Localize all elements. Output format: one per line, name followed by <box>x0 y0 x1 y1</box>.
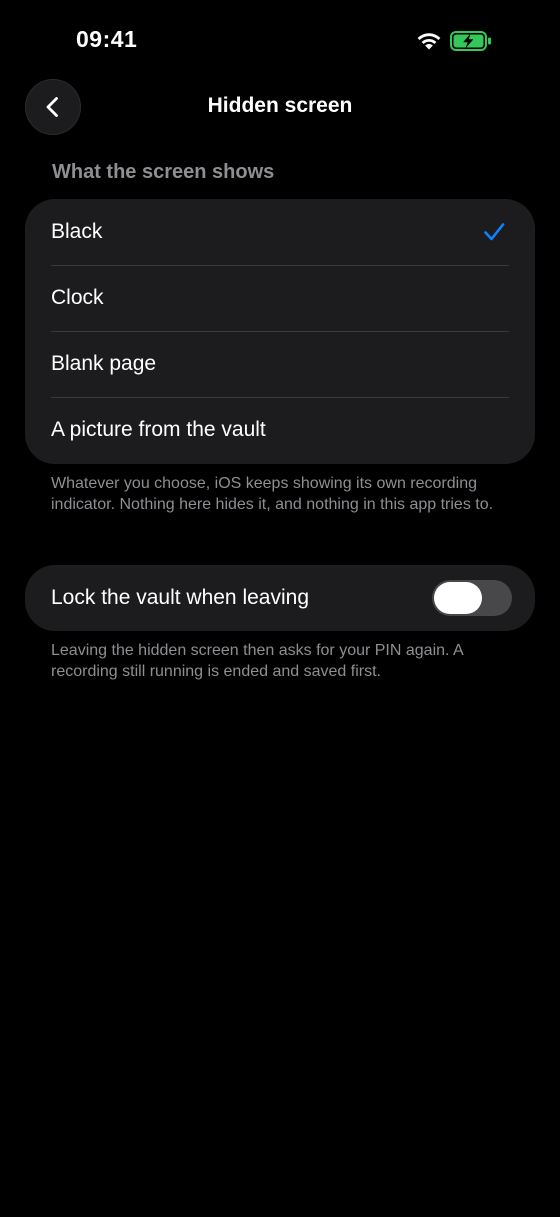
page-title: Hidden screen <box>207 94 353 117</box>
option-label: Blank page <box>51 352 157 375</box>
section-header-display: What the screen shows <box>52 161 275 183</box>
option-vault-picture[interactable]: A picture from the vault <box>25 397 535 463</box>
option-clock[interactable]: Clock <box>25 265 535 331</box>
option-blank-page[interactable]: Blank page <box>25 331 535 397</box>
wifi-icon <box>417 33 441 50</box>
option-black[interactable]: Black <box>25 199 535 265</box>
lock-vault-label: Lock the vault when leaving <box>51 586 309 609</box>
option-label: A picture from the vault <box>51 418 266 441</box>
lock-footnote: Leaving the hidden screen then asks for … <box>51 642 463 680</box>
checkmark-icon <box>484 223 505 241</box>
lock-vault-toggle[interactable] <box>432 580 512 616</box>
status-time: 09:41 <box>76 26 138 52</box>
lock-vault-row: Lock the vault when leaving <box>25 565 535 631</box>
option-label: Clock <box>51 286 104 309</box>
battery-charging-icon <box>450 31 491 51</box>
status-bar: 09:41 <box>0 0 560 84</box>
toggle-knob <box>434 582 482 614</box>
display-footnote: Whatever you choose, iOS keeps showing i… <box>51 475 494 513</box>
display-options-list: Black Clock Blank page A picture from th… <box>25 199 535 464</box>
option-label: Black <box>51 220 103 243</box>
